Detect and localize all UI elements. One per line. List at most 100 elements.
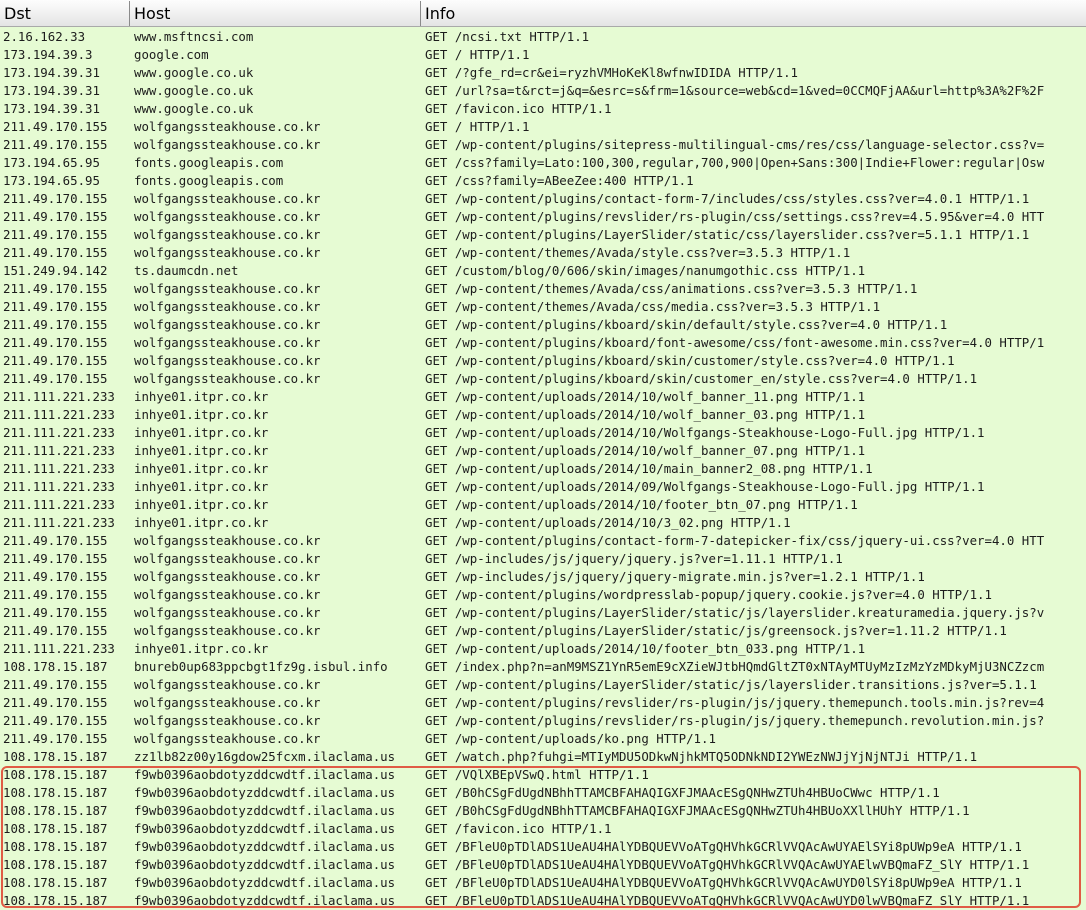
table-row[interactable]: 211.49.170.155 wolfgangssteakhouse.co.kr G…	[0, 226, 1086, 244]
table-row[interactable]: 173.194.65.95 fonts.googleapis.com GET /cs…	[0, 154, 1086, 172]
table-row[interactable]: 211.49.170.155 wolfgangssteakhouse.co.kr G…	[0, 118, 1086, 136]
cell-dst: 211.49.170.155	[3, 713, 108, 728]
table-row[interactable]: 211.49.170.155 wolfgangssteakhouse.co.kr G…	[0, 622, 1086, 640]
cell-info: GET /wp-content/plugins/kboard/font-awes…	[425, 335, 1045, 350]
table-row[interactable]: 211.49.170.155 wolfgangssteakhouse.co.kr G…	[0, 604, 1086, 622]
cell-host: wolfgangssteakhouse.co.kr	[134, 713, 321, 728]
table-row[interactable]: 108.178.15.187 bnureb0up683ppcbgt1fz9g.is…	[0, 658, 1086, 676]
cell-host: inhye01.itpr.co.kr	[134, 461, 269, 476]
table-row[interactable]: 211.111.221.233 inhye01.itpr.co.kr GET /wp…	[0, 424, 1086, 442]
table-row[interactable]: 211.49.170.155 wolfgangssteakhouse.co.kr G…	[0, 298, 1086, 316]
cell-info: GET /wp-content/plugins/LayerSlider/stat…	[425, 623, 1007, 638]
column-header-host[interactable]: Host	[130, 0, 421, 27]
cell-info: GET /wp-content/uploads/ko.png HTTP/1.1	[425, 731, 716, 746]
cell-dst: 108.178.15.187	[3, 659, 108, 674]
table-row[interactable]: 108.178.15.187 f9wb0396aobdotyzddcwdtf.il…	[0, 838, 1086, 856]
table-row[interactable]: 211.49.170.155 wolfgangssteakhouse.co.kr G…	[0, 136, 1086, 154]
cell-dst: 211.49.170.155	[3, 371, 108, 386]
table-row[interactable]: 211.49.170.155 wolfgangssteakhouse.co.kr G…	[0, 676, 1086, 694]
cell-info: GET /?gfe_rd=cr&ei=ryzhVMHoKeKl8wfnwIDID…	[425, 65, 798, 80]
table-row[interactable]: 211.49.170.155 wolfgangssteakhouse.co.kr G…	[0, 190, 1086, 208]
table-row[interactable]: 211.49.170.155 wolfgangssteakhouse.co.kr G…	[0, 352, 1086, 370]
cell-dst: 211.111.221.233	[3, 389, 115, 404]
table-row[interactable]: 173.194.65.95 fonts.googleapis.com GET /cs…	[0, 172, 1086, 190]
table-row[interactable]: 108.178.15.187 zz1lb82z00y16gdow25fcxm.il…	[0, 748, 1086, 766]
column-header-dst[interactable]: Dst	[0, 0, 130, 27]
table-row[interactable]: 211.111.221.233 inhye01.itpr.co.kr GET /wp…	[0, 496, 1086, 514]
cell-dst: 108.178.15.187	[3, 839, 108, 854]
table-row[interactable]: 151.249.94.142 ts.daumcdn.net GET /custom/…	[0, 262, 1086, 280]
table-row[interactable]: 211.49.170.155 wolfgangssteakhouse.co.kr G…	[0, 532, 1086, 550]
cell-dst: 2.16.162.33	[3, 29, 86, 44]
table-row[interactable]: 173.194.39.31 www.google.co.uk GET /favico…	[0, 100, 1086, 118]
cell-info: GET /VQlXBEpVSwQ.html HTTP/1.1	[425, 767, 649, 782]
table-row[interactable]: 211.49.170.155 wolfgangssteakhouse.co.kr G…	[0, 316, 1086, 334]
table-row[interactable]: 108.178.15.187 f9wb0396aobdotyzddcwdtf.il…	[0, 892, 1086, 910]
cell-info: GET /favicon.ico HTTP/1.1	[425, 821, 612, 836]
cell-dst: 173.194.39.31	[3, 83, 100, 98]
table-row[interactable]: 211.49.170.155 wolfgangssteakhouse.co.kr G…	[0, 586, 1086, 604]
table-row[interactable]: 173.194.39.31 www.google.co.uk GET /url?sa…	[0, 82, 1086, 100]
cell-dst: 211.49.170.155	[3, 317, 108, 332]
cell-info: GET /BFleU0pTDlADS1UeAU4HAlYDBQUEVVoATgQ…	[425, 839, 1022, 854]
table-row[interactable]: 211.111.221.233 inhye01.itpr.co.kr GET /wp…	[0, 388, 1086, 406]
cell-host: inhye01.itpr.co.kr	[134, 389, 269, 404]
table-row[interactable]: 108.178.15.187 f9wb0396aobdotyzddcwdtf.il…	[0, 802, 1086, 820]
cell-dst: 211.49.170.155	[3, 137, 108, 152]
table-row[interactable]: 211.49.170.155 wolfgangssteakhouse.co.kr G…	[0, 550, 1086, 568]
cell-host: bnureb0up683ppcbgt1fz9g.isbul.info	[134, 659, 388, 674]
table-row[interactable]: 211.49.170.155 wolfgangssteakhouse.co.kr G…	[0, 712, 1086, 730]
column-header-info[interactable]: Info	[421, 0, 1086, 27]
cell-dst: 211.111.221.233	[3, 479, 115, 494]
table-row[interactable]: 211.49.170.155 wolfgangssteakhouse.co.kr G…	[0, 244, 1086, 262]
cell-dst: 211.49.170.155	[3, 245, 108, 260]
table-row[interactable]: 211.49.170.155 wolfgangssteakhouse.co.kr G…	[0, 208, 1086, 226]
table-row[interactable]: 211.49.170.155 wolfgangssteakhouse.co.kr G…	[0, 694, 1086, 712]
cell-dst: 211.49.170.155	[3, 353, 108, 368]
cell-host: wolfgangssteakhouse.co.kr	[134, 371, 321, 386]
cell-dst: 108.178.15.187	[3, 767, 108, 782]
table-row[interactable]: 2.16.162.33 www.msftncsi.com GET /ncsi.txt…	[0, 28, 1086, 46]
table-row[interactable]: 211.49.170.155 wolfgangssteakhouse.co.kr G…	[0, 568, 1086, 586]
cell-info: GET /custom/blog/0/606/skin/images/nanum…	[425, 263, 866, 278]
cell-dst: 173.194.39.31	[3, 65, 100, 80]
cell-host: inhye01.itpr.co.kr	[134, 479, 269, 494]
cell-host: f9wb0396aobdotyzddcwdtf.ilaclama.us	[134, 767, 396, 782]
cell-host: wolfgangssteakhouse.co.kr	[134, 317, 321, 332]
cell-info: GET /index.php?n=anM9MSZ1YnR5emE9cXZieWJ…	[425, 659, 1045, 674]
cell-dst: 108.178.15.187	[3, 785, 108, 800]
cell-host: f9wb0396aobdotyzddcwdtf.ilaclama.us	[134, 857, 396, 872]
cell-dst: 108.178.15.187	[3, 821, 108, 836]
table-row[interactable]: 108.178.15.187 f9wb0396aobdotyzddcwdtf.il…	[0, 820, 1086, 838]
cell-dst: 211.111.221.233	[3, 515, 115, 530]
table-row[interactable]: 211.111.221.233 inhye01.itpr.co.kr GET /wp…	[0, 514, 1086, 532]
table-row[interactable]: 211.111.221.233 inhye01.itpr.co.kr GET /wp…	[0, 478, 1086, 496]
table-row[interactable]: 211.111.221.233 inhye01.itpr.co.kr GET /wp…	[0, 640, 1086, 658]
table-row[interactable]: 173.194.39.3 google.com GET / HTTP/1.1	[0, 46, 1086, 64]
table-row[interactable]: 108.178.15.187 f9wb0396aobdotyzddcwdtf.il…	[0, 874, 1086, 892]
table-row[interactable]: 211.49.170.155 wolfgangssteakhouse.co.kr G…	[0, 280, 1086, 298]
cell-host: wolfgangssteakhouse.co.kr	[134, 533, 321, 548]
table-row[interactable]: 211.111.221.233 inhye01.itpr.co.kr GET /wp…	[0, 442, 1086, 460]
cell-info: GET /ncsi.txt HTTP/1.1	[425, 29, 590, 44]
cell-info: GET /wp-content/uploads/2014/10/Wolfgang…	[425, 425, 985, 440]
cell-host: wolfgangssteakhouse.co.kr	[134, 281, 321, 296]
cell-host: wolfgangssteakhouse.co.kr	[134, 227, 321, 242]
cell-host: wolfgangssteakhouse.co.kr	[134, 119, 321, 134]
cell-host: wolfgangssteakhouse.co.kr	[134, 335, 321, 350]
cell-info: GET / HTTP/1.1	[425, 119, 530, 134]
cell-info: GET /wp-content/uploads/2014/10/footer_b…	[425, 497, 858, 512]
table-row[interactable]: 211.49.170.155 wolfgangssteakhouse.co.kr G…	[0, 334, 1086, 352]
cell-info: GET /watch.php?fuhgi=MTIyMDU5ODkwNjhkMTQ…	[425, 749, 978, 764]
table-row[interactable]: 173.194.39.31 www.google.co.uk GET /?gfe_r…	[0, 64, 1086, 82]
table-row[interactable]: 108.178.15.187 f9wb0396aobdotyzddcwdtf.il…	[0, 784, 1086, 802]
table-row[interactable]: 108.178.15.187 f9wb0396aobdotyzddcwdtf.il…	[0, 856, 1086, 874]
table-row[interactable]: 211.111.221.233 inhye01.itpr.co.kr GET /wp…	[0, 406, 1086, 424]
cell-info: GET /BFleU0pTDlADS1UeAU4HAlYDBQUEVVoATgQ…	[425, 857, 1030, 872]
cell-host: wolfgangssteakhouse.co.kr	[134, 569, 321, 584]
column-header-bar: Dst Host Info	[0, 0, 1086, 27]
table-row[interactable]: 108.178.15.187 f9wb0396aobdotyzddcwdtf.il…	[0, 766, 1086, 784]
table-row[interactable]: 211.49.170.155 wolfgangssteakhouse.co.kr G…	[0, 370, 1086, 388]
table-row[interactable]: 211.111.221.233 inhye01.itpr.co.kr GET /wp…	[0, 460, 1086, 478]
table-row[interactable]: 211.49.170.155 wolfgangssteakhouse.co.kr G…	[0, 730, 1086, 748]
